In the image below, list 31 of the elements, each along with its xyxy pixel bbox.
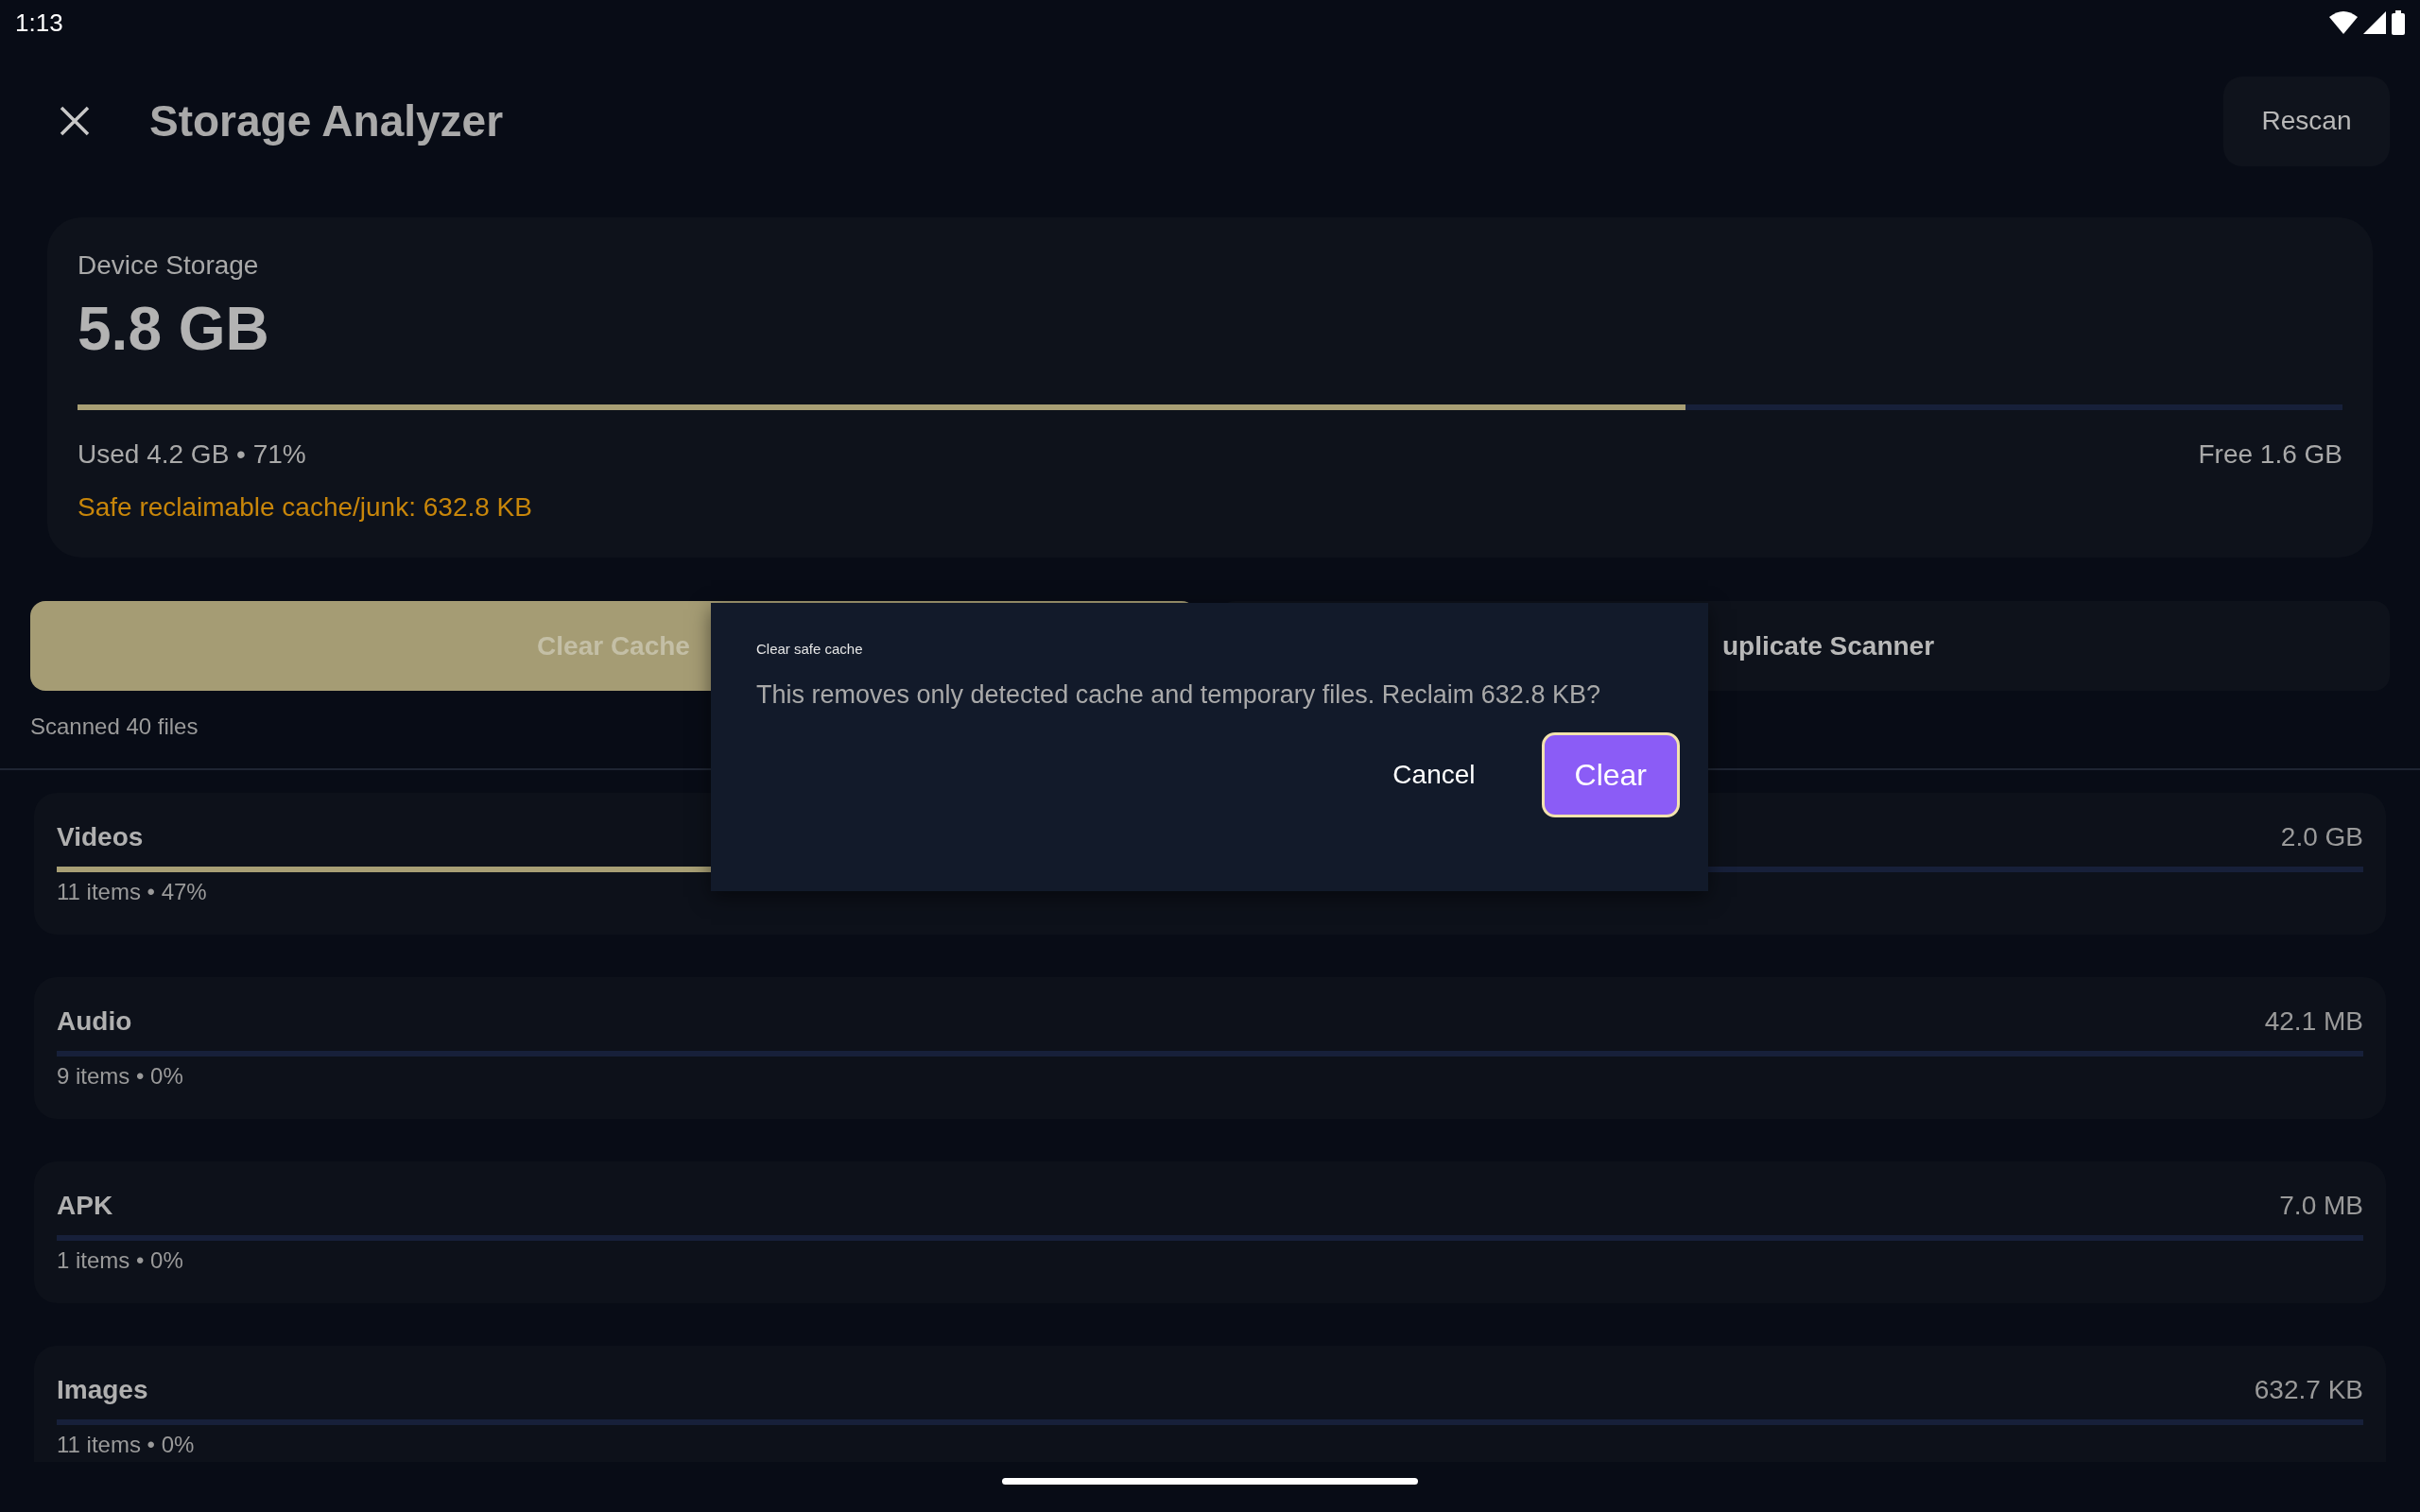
category-details: 9 items • 0% xyxy=(57,1062,184,1091)
wifi-icon xyxy=(2329,11,2358,34)
page-title: Storage Analyzer xyxy=(149,94,504,147)
category-size: 632.7 KB xyxy=(2254,1374,2363,1406)
used-text: Used 4.2 GB • 71% xyxy=(78,438,306,471)
close-icon[interactable] xyxy=(59,105,91,137)
clear-button[interactable]: Clear xyxy=(1541,732,1680,817)
category-size: 7.0 MB xyxy=(2279,1190,2363,1222)
category-name: APK xyxy=(57,1190,113,1222)
battery-icon xyxy=(2392,10,2405,35)
category-card[interactable]: Images 632.7 KB 11 items • 0% xyxy=(34,1346,2386,1462)
reclaimable-text: Safe reclaimable cache/junk: 632.8 KB xyxy=(78,491,533,524)
category-size: 42.1 MB xyxy=(2264,1005,2363,1038)
storage-label: Device Storage xyxy=(78,249,260,282)
category-name: Audio xyxy=(57,1005,132,1038)
storage-total: 5.8 GB xyxy=(78,294,270,365)
category-size: 2.0 GB xyxy=(2280,821,2363,853)
category-details: 1 items • 0% xyxy=(57,1246,184,1275)
category-name: Videos xyxy=(57,821,144,853)
status-time: 1:13 xyxy=(15,7,63,39)
category-details: 11 items • 0% xyxy=(57,1431,196,1459)
free-text: Free 1.6 GB xyxy=(2198,438,2342,471)
category-name: Images xyxy=(57,1374,148,1406)
dialog-title: Clear safe cache xyxy=(756,640,864,659)
category-details: 11 items • 47% xyxy=(57,878,208,906)
cancel-button[interactable]: Cancel xyxy=(1374,737,1495,813)
category-card[interactable]: APK 7.0 MB 1 items • 0% xyxy=(34,1161,2386,1303)
signal-icon xyxy=(2363,11,2386,34)
rescan-button[interactable]: Rescan xyxy=(2223,76,2390,166)
category-card[interactable]: Audio 42.1 MB 9 items • 0% xyxy=(34,977,2386,1119)
scan-summary: Scanned 40 files xyxy=(30,713,199,741)
